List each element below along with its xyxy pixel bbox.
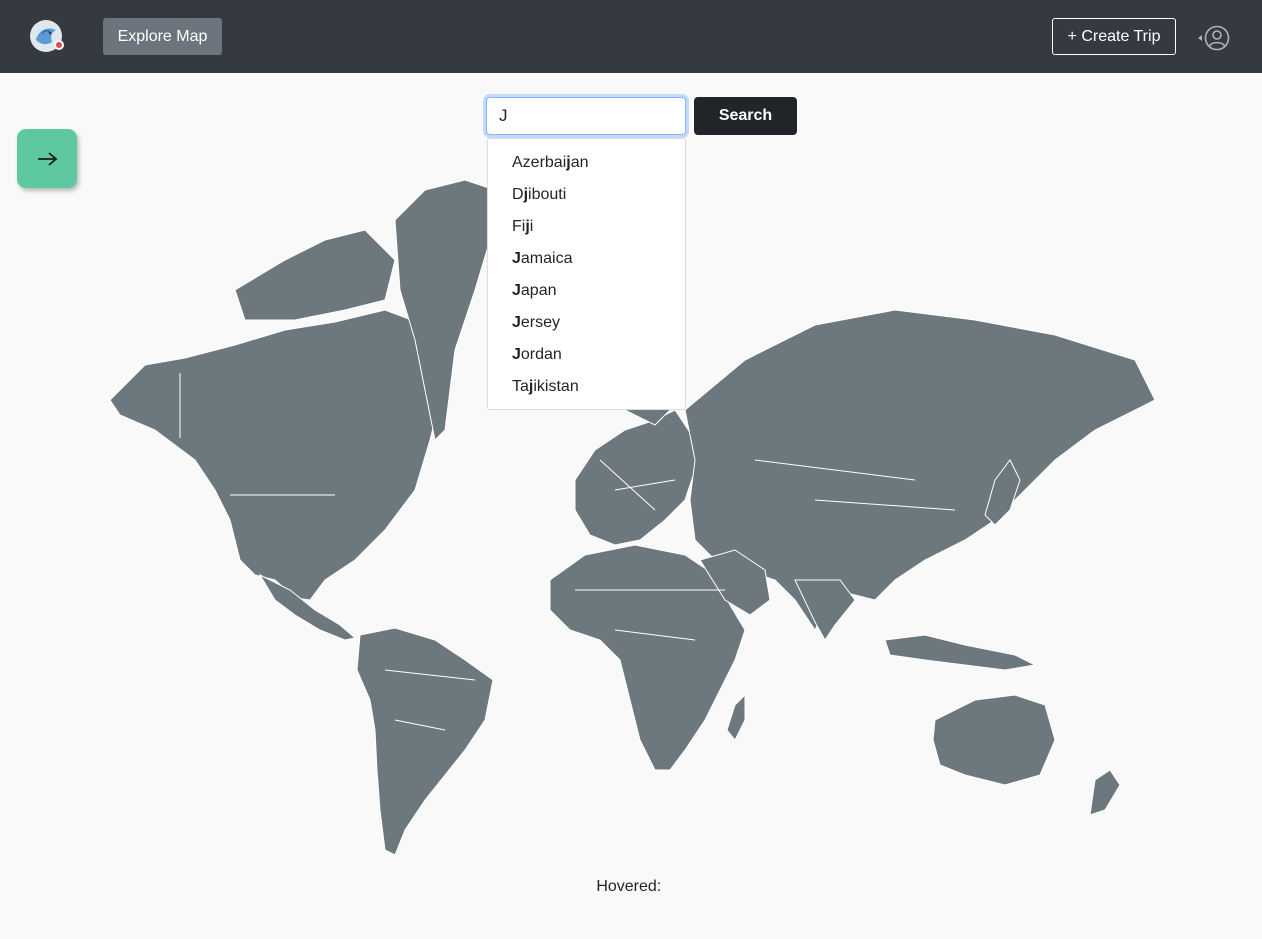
suggestion-item[interactable]: Fiji <box>488 211 685 243</box>
sidebar-toggle-button[interactable] <box>17 129 77 188</box>
suggestion-item[interactable]: Jordan <box>488 339 685 371</box>
suggestion-item[interactable]: Jamaica <box>488 243 685 275</box>
user-circle-icon <box>1204 25 1230 51</box>
create-trip-button[interactable]: + Create Trip <box>1052 18 1176 55</box>
country-search-input[interactable] <box>486 97 686 135</box>
navbar: Explore Map + Create Trip <box>0 0 1262 73</box>
map-region-arctic-islands <box>234 229 396 321</box>
logo-badge <box>54 40 64 50</box>
map-region-south-america <box>356 627 494 856</box>
search-suggestions-dropdown: Azerbaijan Djibouti Fiji Jamaica Japan J… <box>487 138 686 410</box>
suggestion-item[interactable]: Djibouti <box>488 179 685 211</box>
map-region-indonesia <box>884 634 1037 671</box>
hovered-readout: Hovered: <box>0 878 1262 896</box>
suggestion-item[interactable]: Azerbaijan <box>488 147 685 179</box>
map-region-europe <box>574 409 696 546</box>
suggestion-item[interactable]: Japan <box>488 275 685 307</box>
arrow-right-icon <box>38 151 58 166</box>
hovered-label: Hovered: <box>596 878 662 895</box>
map-region-australia <box>932 694 1056 786</box>
suggestion-item[interactable]: Tajikistan <box>488 371 685 403</box>
caret-left-icon <box>1198 35 1202 41</box>
map-region-north-america <box>109 309 456 601</box>
suggestion-item[interactable]: Jersey <box>488 307 685 339</box>
map-region-new-zealand <box>1089 769 1121 816</box>
explore-map-button[interactable]: Explore Map <box>103 18 222 55</box>
user-menu-toggle[interactable] <box>1198 24 1234 52</box>
search-button[interactable]: Search <box>694 97 797 135</box>
map-region-madagascar <box>726 693 746 741</box>
